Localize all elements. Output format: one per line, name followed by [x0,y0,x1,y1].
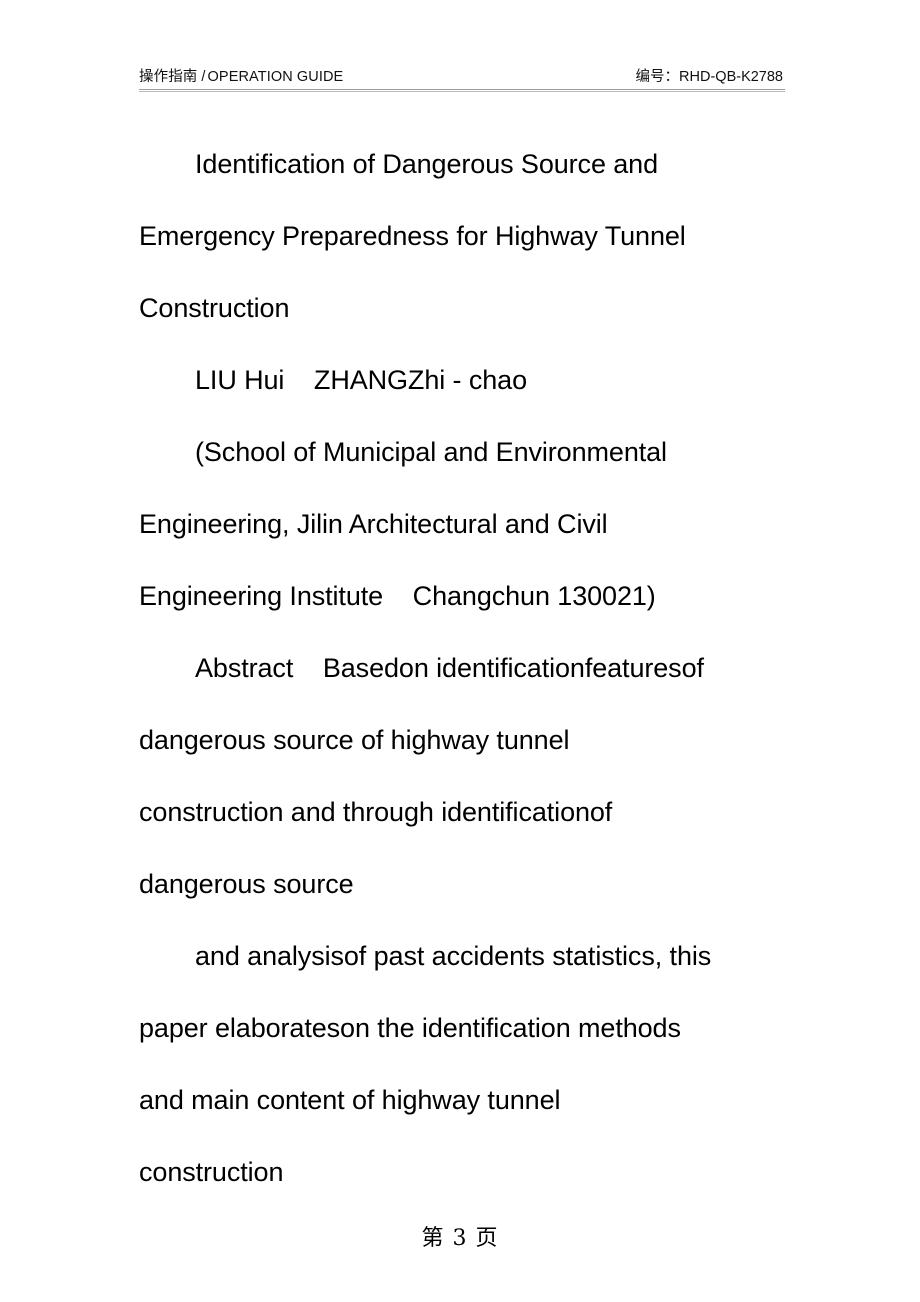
body-line: Construction [139,293,290,323]
body-line: Identification of Dangerous Source and [195,149,659,179]
body-line: Emergency Preparedness for Highway Tunne… [139,221,686,251]
body-line-abstract: and analysisof past accidents statistics… [195,941,712,971]
body-line-abstract: construction [139,1157,284,1187]
page-header: 操作指南 / OPERATION GUIDE 编号：RHD-QB-K2788 [139,62,785,88]
body-line-affiliation: (School of Municipal and Environmental [195,437,667,467]
header-number-value: RHD-QB-K2788 [679,68,783,85]
body-line-abstract: dangerous source [139,869,354,899]
body-line-authors: LIU Hui ZHANGZhi - chao [195,365,527,395]
header-separator: / [201,68,206,85]
page-number-label: 第 3 页 [421,1226,499,1251]
body-line-affiliation: Engineering, Jilin Architectural and Civ… [139,509,608,539]
body-line-affiliation: Engineering Institute Changchun 130021) [139,581,656,611]
body-line-abstract: paper elaborateson the identification me… [139,1013,681,1043]
body-line-abstract: dangerous source of highway tunnel [139,725,570,755]
header-number-label: 编号： [635,68,680,85]
body-line-abstract: and main content of highway tunnel [139,1085,561,1115]
header-title-latin: OPERATION GUIDE [207,68,344,85]
document-body: Identification of Dangerous Source and E… [139,128,799,1208]
header-title-cjk: 操作指南 [139,68,198,85]
header-document-number: 编号：RHD-QB-K2788 [636,65,785,86]
header-left-text: 操作指南 / OPERATION GUIDE [139,65,343,86]
body-line-abstract: Abstract Basedon identificationfeatureso… [195,653,704,683]
header-divider-rule [139,89,785,92]
page-footer: 第 3 页 [0,1220,920,1252]
body-line-abstract: construction and through identificationo… [139,797,613,827]
document-page: 操作指南 / OPERATION GUIDE 编号：RHD-QB-K2788 Ide… [0,0,920,1302]
